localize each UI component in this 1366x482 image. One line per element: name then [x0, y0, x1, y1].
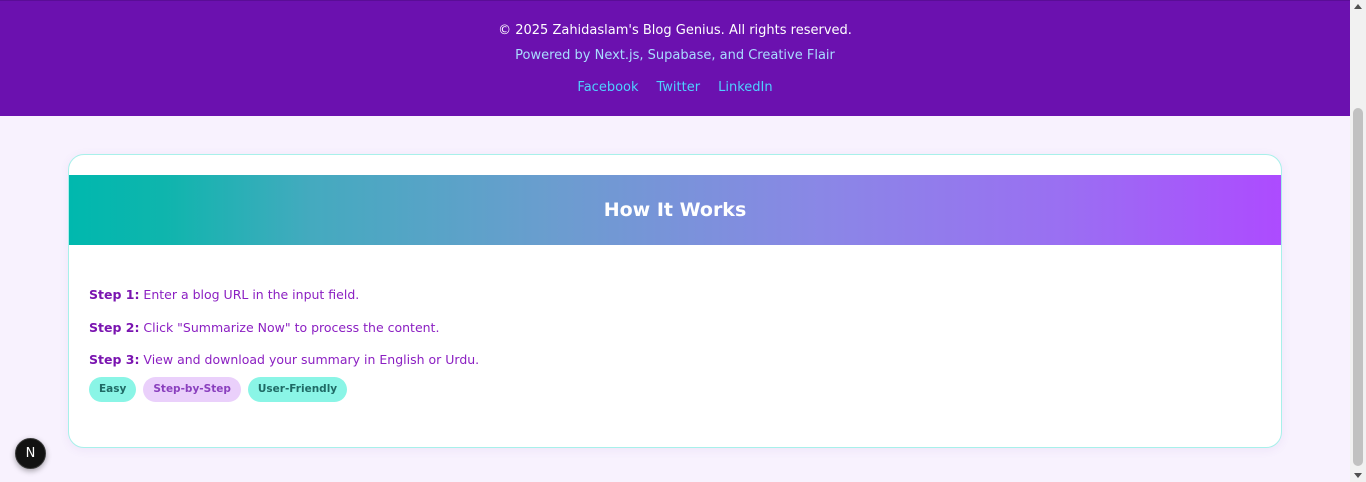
step-1-text: Enter a blog URL in the input field.: [139, 287, 360, 302]
vertical-scrollbar[interactable]: [1350, 0, 1366, 482]
how-it-works-card: How It Works Step 1: Enter a blog URL in…: [68, 154, 1282, 448]
twitter-link[interactable]: Twitter: [657, 80, 701, 95]
how-it-works-title: How It Works: [603, 199, 747, 221]
powered-by-text: Powered by Next.js, Supabase, and Creati…: [515, 48, 835, 63]
tag-step-by-step: Step-by-Step: [143, 377, 241, 402]
step-2-text: Click "Summarize Now" to process the con…: [139, 319, 440, 335]
tag-user-friendly: User-Friendly: [247, 377, 348, 402]
step-3-label: Step 3:: [89, 352, 140, 367]
step-2-label: Step 2:: [89, 319, 140, 335]
nextjs-dev-indicator-button[interactable]: N: [15, 438, 46, 469]
scroll-down-arrow-icon[interactable]: [1354, 473, 1362, 478]
social-links: Facebook Twitter LinkedIn: [0, 80, 1350, 95]
feature-tags: Easy Step-by-Step User-Friendly: [89, 377, 348, 402]
scroll-up-arrow-icon[interactable]: [1354, 4, 1362, 9]
facebook-link[interactable]: Facebook: [577, 80, 638, 95]
step-2: Step 2: Click "Summarize Now" to process…: [89, 319, 479, 352]
copyright-text: © 2025 Zahidaslam's Blog Genius. All rig…: [498, 23, 852, 38]
linkedin-link[interactable]: LinkedIn: [718, 80, 772, 95]
how-it-works-header: How It Works: [69, 175, 1281, 245]
step-1: Step 1: Enter a blog URL in the input fi…: [89, 286, 479, 319]
scrollbar-thumb[interactable]: [1353, 108, 1363, 466]
step-3-text: View and download your summary in Englis…: [139, 352, 480, 367]
steps-list: Step 1: Enter a blog URL in the input fi…: [89, 286, 479, 384]
step-1-label: Step 1:: [89, 287, 140, 302]
tag-easy: Easy: [89, 377, 137, 402]
site-footer: © 2025 Zahidaslam's Blog Genius. All rig…: [0, 0, 1350, 116]
